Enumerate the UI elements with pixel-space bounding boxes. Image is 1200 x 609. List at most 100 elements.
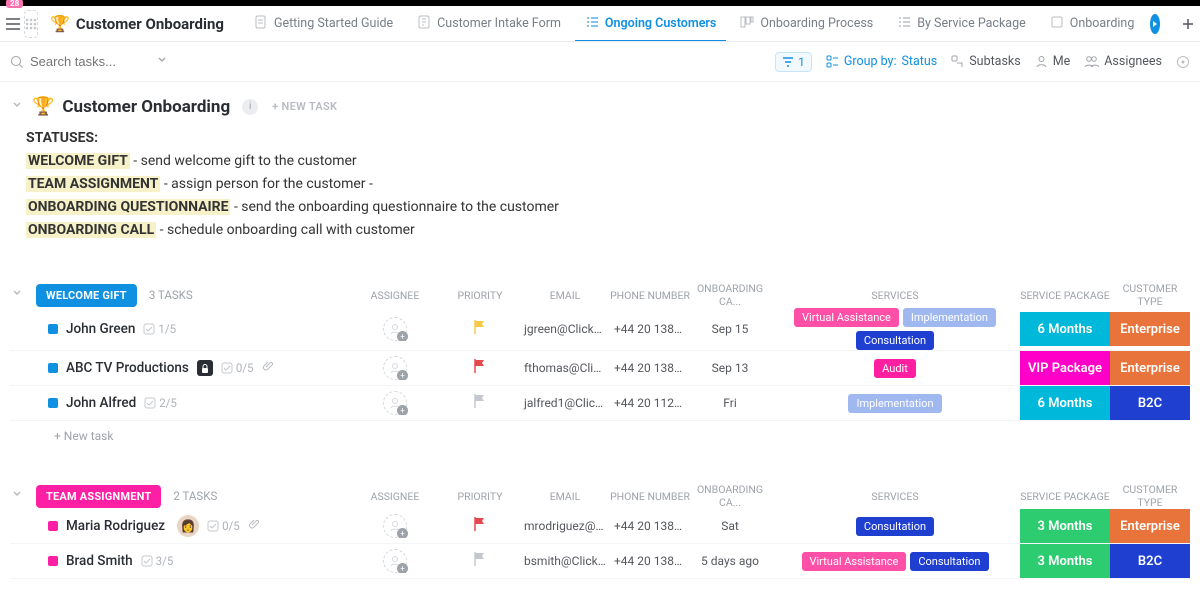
subtask-progress[interactable]: 1/5	[143, 322, 176, 336]
filter-button[interactable]: 1	[775, 52, 812, 72]
priority-flag-icon[interactable]	[440, 551, 520, 571]
task-row[interactable]: John Green1/5+jgreen@ClickUp.+44 20 1383…	[10, 308, 1190, 351]
column-header-services[interactable]: SERVICES	[770, 289, 1020, 302]
search-dropdown-icon[interactable]	[156, 54, 168, 70]
tab-ongoing-customers[interactable]: Ongoing Customers	[575, 6, 726, 42]
tab-customer-intake-form[interactable]: Customer Intake Form	[407, 6, 571, 42]
status-square-icon[interactable]	[48, 398, 58, 408]
cell-call[interactable]: Sep 13	[690, 361, 770, 375]
cell-email[interactable]: jgreen@ClickUp.	[520, 322, 610, 336]
service-tag[interactable]: Virtual Assistance	[794, 308, 899, 327]
sidebar-toggle-icon[interactable]	[6, 12, 20, 36]
column-header-assignee[interactable]: ASSIGNEE	[350, 490, 440, 503]
priority-flag-icon[interactable]	[440, 319, 520, 339]
column-header-email[interactable]: EMAIL	[520, 490, 610, 503]
services-cell[interactable]: Virtual AssistanceImplementation Consulta…	[774, 308, 1016, 350]
info-icon[interactable]: i	[242, 99, 258, 115]
task-row[interactable]: Maria Rodriguez👩0/5+mrodriguez@Clic+44 2…	[10, 509, 1190, 544]
status-square-icon[interactable]	[48, 363, 58, 373]
show-options-icon[interactable]	[1176, 55, 1190, 69]
cell-phone[interactable]: +44 20 1383 813	[610, 322, 690, 336]
cell-email[interactable]: fthomas@ClickU	[520, 361, 610, 375]
assignee-placeholder[interactable]: +	[383, 317, 407, 341]
column-header-ctype[interactable]: CUSTOMER TYPE	[1110, 282, 1190, 308]
cell-call[interactable]: 5 days ago	[690, 554, 770, 568]
customer-type-cell[interactable]: Enterprise	[1110, 509, 1190, 543]
cell-phone[interactable]: +44 20 1383 813	[610, 361, 690, 375]
cell-call[interactable]: Sep 15	[690, 322, 770, 336]
attachment-icon[interactable]	[262, 360, 275, 377]
column-header-ctype[interactable]: CUSTOMER TYPE	[1110, 483, 1190, 509]
subtasks-button[interactable]: Subtasks	[951, 54, 1020, 69]
subtask-progress[interactable]: 3/5	[141, 554, 174, 568]
column-header-priority[interactable]: PRIORITY	[440, 289, 520, 302]
cell-email[interactable]: jalfred1@ClickUp	[520, 396, 610, 410]
service-tag[interactable]: Implementation	[903, 308, 996, 327]
column-header-priority[interactable]: PRIORITY	[440, 490, 520, 503]
service-tag[interactable]: Consultation	[856, 331, 934, 350]
column-header-phone[interactable]: PHONE NUMBER	[610, 490, 690, 503]
app-launcher-icon[interactable]	[24, 10, 38, 38]
attachment-icon[interactable]	[248, 518, 261, 535]
assignees-button[interactable]: Assignees	[1084, 54, 1162, 69]
cell-email[interactable]: bsmith@ClickUp.	[520, 554, 610, 568]
collapse-all-icon[interactable]	[10, 98, 24, 116]
cell-email[interactable]: mrodriguez@Clic	[520, 519, 610, 533]
assignee-placeholder[interactable]: +	[383, 356, 407, 380]
search-input[interactable]	[30, 54, 150, 69]
services-cell[interactable]: Implementation	[774, 394, 1016, 413]
customer-type-cell[interactable]: B2C	[1110, 544, 1190, 578]
column-header-call[interactable]: ONBOARDING CA...	[690, 282, 770, 308]
column-header-email[interactable]: EMAIL	[520, 289, 610, 302]
service-tag[interactable]: Implementation	[848, 394, 941, 413]
customer-type-cell[interactable]: Enterprise	[1110, 351, 1190, 385]
column-header-call[interactable]: ONBOARDING CA...	[690, 483, 770, 509]
groupby-button[interactable]: Group by: Status	[826, 54, 937, 69]
column-header-services[interactable]: SERVICES	[770, 490, 1020, 503]
tab-getting-started-guide[interactable]: Getting Started Guide	[244, 6, 403, 42]
cell-phone[interactable]: +44 20 1383 813	[610, 554, 690, 568]
assignee-placeholder[interactable]: +	[383, 514, 407, 538]
service-tag[interactable]: Virtual Assistance	[802, 552, 907, 571]
status-square-icon[interactable]	[48, 556, 58, 566]
package-cell[interactable]: 3 Months	[1020, 544, 1110, 578]
list-title[interactable]: 🏆 Customer Onboarding	[42, 10, 232, 38]
new-task-row[interactable]: + New task	[10, 421, 1190, 443]
notification-badge[interactable]: 28	[6, 0, 23, 8]
cell-phone[interactable]: +44 20 1383 813	[610, 519, 690, 533]
subtask-progress[interactable]: 0/5	[221, 361, 254, 375]
search-icon[interactable]	[10, 55, 24, 69]
me-button[interactable]: Me	[1035, 54, 1071, 69]
new-task-button[interactable]: + NEW TASK	[272, 100, 337, 113]
package-cell[interactable]: 3 Months	[1020, 509, 1110, 543]
services-cell[interactable]: Audit	[774, 359, 1016, 378]
priority-flag-icon[interactable]	[440, 516, 520, 536]
add-view-button[interactable]: View	[1172, 10, 1200, 38]
cell-phone[interactable]: +44 20 1123 576	[610, 396, 690, 410]
status-pill[interactable]: WELCOME GIFT	[36, 284, 137, 307]
priority-flag-icon[interactable]	[440, 358, 520, 378]
task-row[interactable]: Brad Smith3/5+bsmith@ClickUp.+44 20 1383…	[10, 544, 1190, 579]
column-header-package[interactable]: SERVICE PACKAGE	[1020, 289, 1110, 302]
customer-type-cell[interactable]: Enterprise	[1110, 312, 1190, 346]
services-cell[interactable]: Consultation	[774, 517, 1016, 536]
assignee-placeholder[interactable]: +	[383, 391, 407, 415]
task-row[interactable]: ABC TV Productions0/5+fthomas@ClickU+44 …	[10, 351, 1190, 386]
package-cell[interactable]: VIP Package	[1020, 351, 1110, 385]
package-cell[interactable]: 6 Months	[1020, 312, 1110, 346]
cell-call[interactable]: Sat	[690, 519, 770, 533]
status-pill[interactable]: TEAM ASSIGNMENT	[36, 485, 161, 508]
task-row[interactable]: John Alfred2/5+jalfred1@ClickUp+44 20 11…	[10, 386, 1190, 421]
collapse-group-icon[interactable]	[10, 487, 24, 505]
service-tag[interactable]: Audit	[874, 359, 916, 378]
service-tag[interactable]: Consultation	[856, 517, 934, 536]
service-tag[interactable]: Consultation	[910, 552, 988, 571]
column-header-package[interactable]: SERVICE PACKAGE	[1020, 490, 1110, 503]
cell-call[interactable]: Fri	[690, 396, 770, 410]
assignee-placeholder[interactable]: +	[383, 549, 407, 573]
services-cell[interactable]: Virtual AssistanceConsultation	[774, 552, 1016, 571]
tab-by-service-package[interactable]: By Service Package	[887, 6, 1036, 42]
customer-type-cell[interactable]: B2C	[1110, 386, 1190, 420]
more-views-icon[interactable]	[1150, 14, 1160, 34]
collapse-group-icon[interactable]	[10, 286, 24, 304]
